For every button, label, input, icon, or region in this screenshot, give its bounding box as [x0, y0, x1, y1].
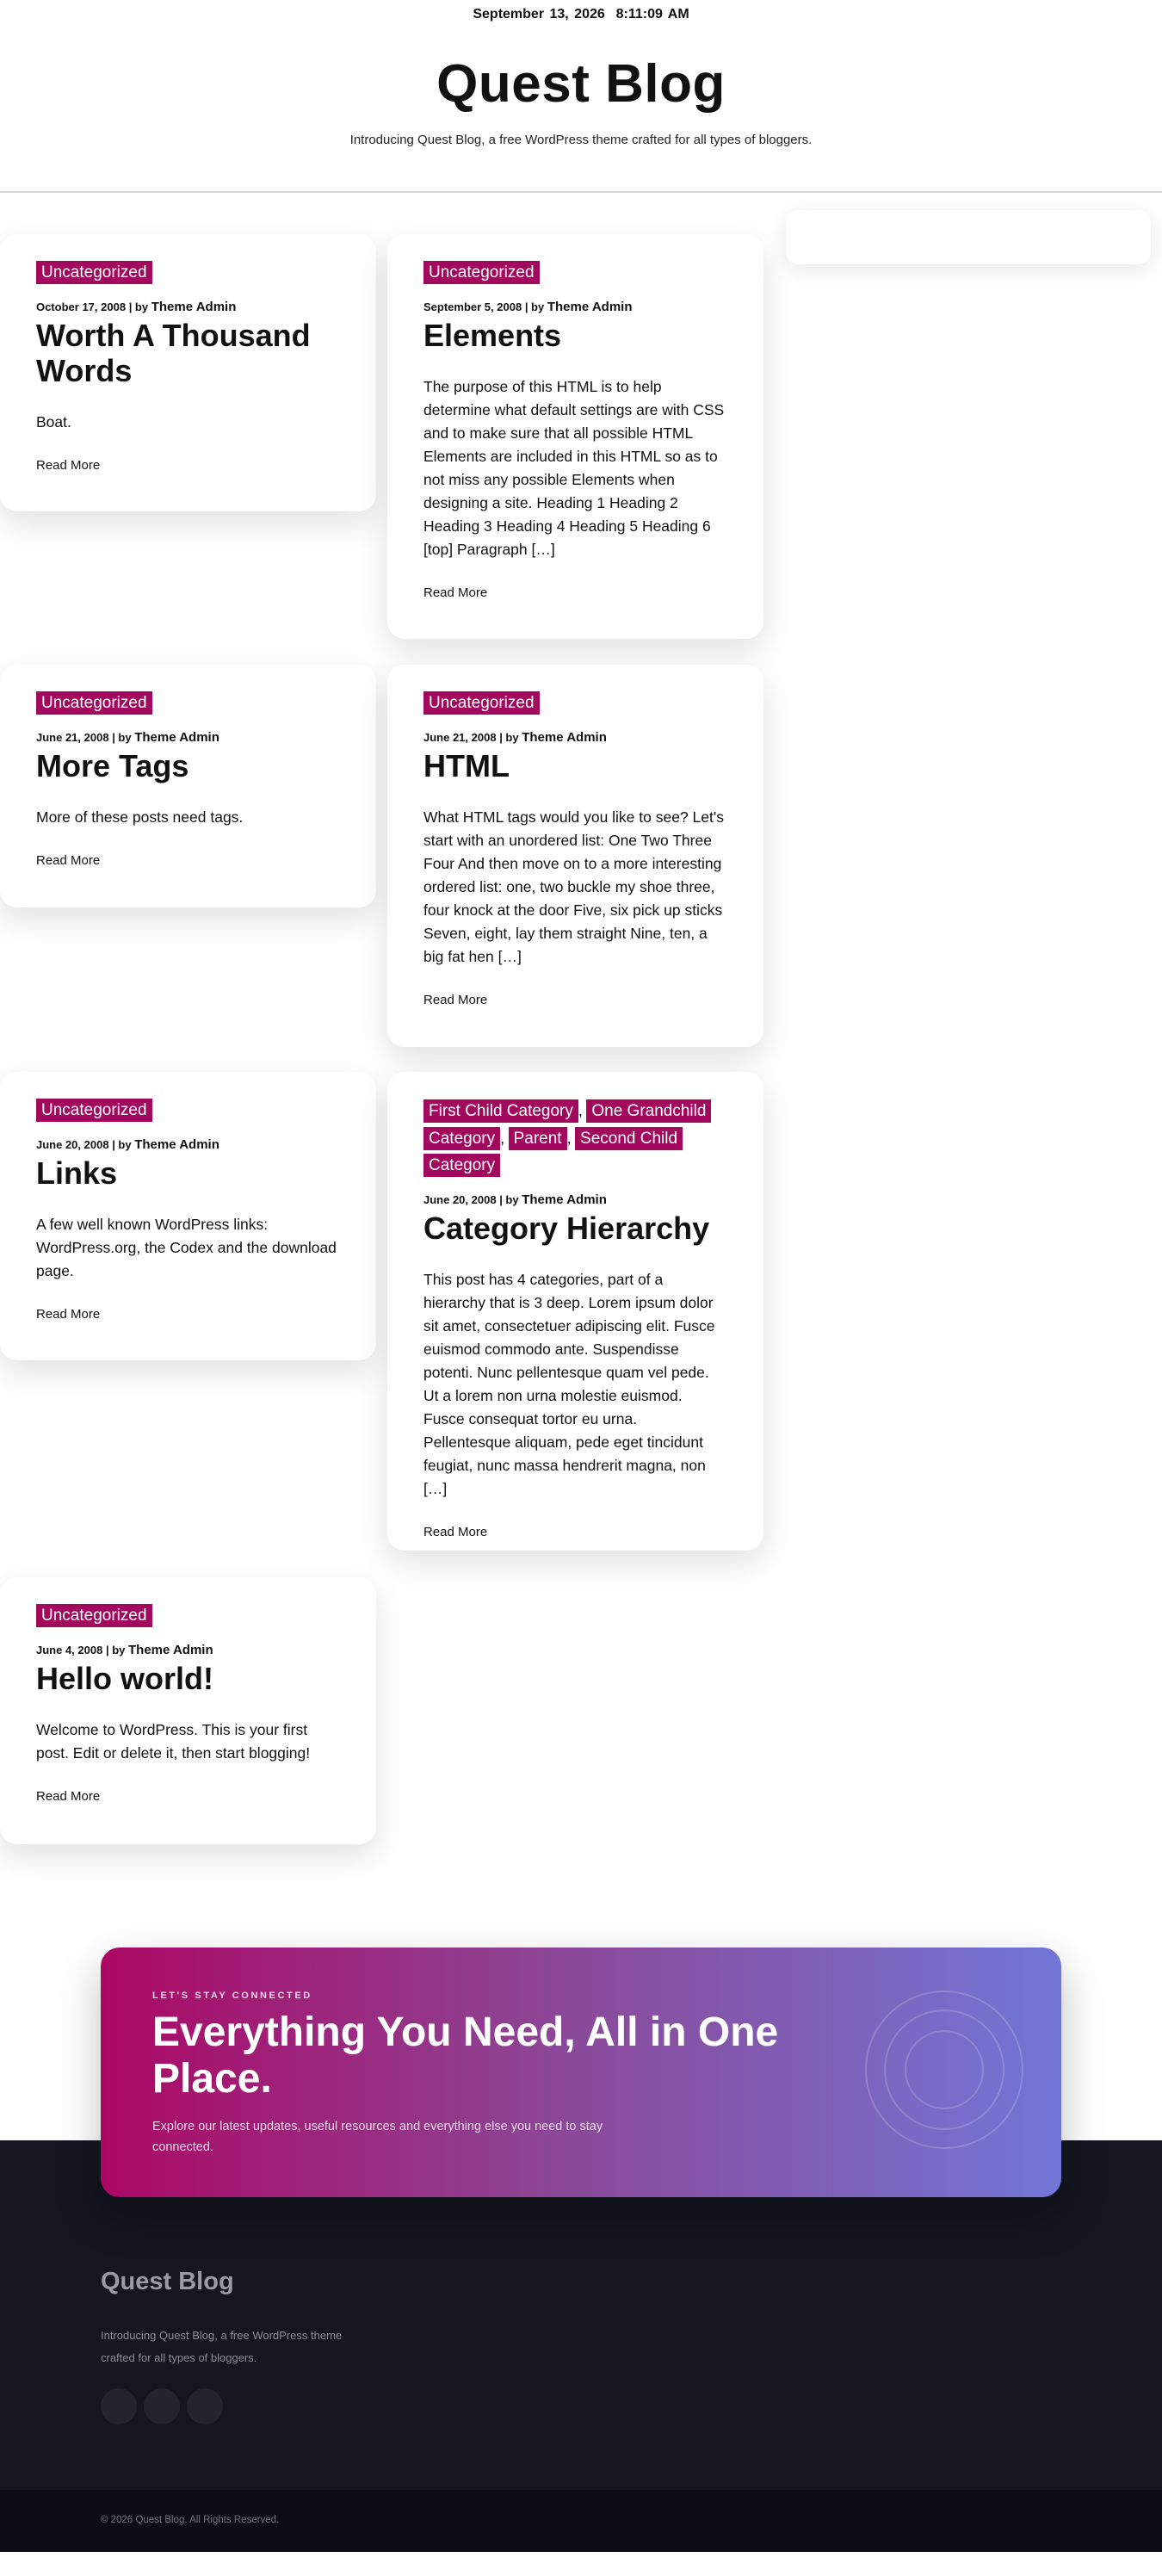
category-badge[interactable]: Uncategorized	[36, 1099, 152, 1122]
post-meta: June 20, 2008 | by Theme Admin	[36, 1137, 340, 1152]
post-excerpt: What HTML tags would you like to see? Le…	[423, 808, 724, 965]
post-by: | by	[524, 300, 545, 313]
read-more-link[interactable]: Read More	[423, 585, 727, 600]
post-meta: June 4, 2008 | by Theme Admin	[36, 1643, 340, 1657]
category-separator: ,	[578, 1102, 583, 1119]
post-meta: June 21, 2008 | by Theme Admin	[36, 730, 340, 745]
post-card: First Child Category, One Grandchild Cat…	[387, 1072, 763, 1551]
post-excerpt: The purpose of this HTML is to help dete…	[423, 378, 725, 558]
category-badge[interactable]: Uncategorized	[423, 691, 540, 715]
read-more-link[interactable]: Read More	[36, 1789, 340, 1804]
post-meta: June 20, 2008 | by Theme Admin	[423, 1192, 727, 1207]
post-meta: June 21, 2008 | by Theme Admin	[423, 730, 727, 745]
social-icon[interactable]	[187, 2388, 223, 2424]
newsletter-eyebrow: LET'S STAY CONNECTED	[152, 1991, 312, 2001]
category-badge[interactable]: Uncategorized	[423, 261, 540, 284]
post-card: Uncategorized September 5, 2008 | by The…	[387, 234, 763, 639]
post-by: | by	[112, 1138, 132, 1151]
post-card: Uncategorized June 4, 2008 | by Theme Ad…	[0, 1577, 376, 1844]
post-excerpt: This post has 4 categories, part of a hi…	[423, 1271, 715, 1497]
read-more-link[interactable]: Read More	[423, 993, 727, 1007]
category-badge[interactable]: Uncategorized	[36, 1604, 152, 1627]
category-separator: ,	[500, 1130, 505, 1147]
post-categories: Uncategorized	[423, 690, 727, 717]
post-title[interactable]: More Tags	[36, 748, 340, 783]
post-categories: First Child Category, One Grandchild Cat…	[423, 1098, 727, 1180]
post-date[interactable]: September 5, 2008	[423, 300, 522, 313]
post-categories: Uncategorized	[36, 260, 340, 287]
post-title[interactable]: Links	[36, 1155, 340, 1191]
post-date[interactable]: June 21, 2008	[423, 731, 497, 744]
footer-site-title[interactable]: Quest Blog	[101, 2268, 234, 2296]
post-date[interactable]: June 4, 2008	[36, 1644, 102, 1656]
copyright-text: © 2026 Quest Blog. All Rights Reserved.	[101, 2515, 280, 2525]
site-title[interactable]: Quest Blog	[0, 53, 1162, 115]
newsletter-title: Everything You Need, All in One Place.	[152, 2009, 779, 2102]
post-date[interactable]: June 20, 2008	[423, 1193, 497, 1206]
post-author[interactable]: Theme Admin	[522, 1192, 607, 1207]
newsletter-description: Explore our latest updates, useful resou…	[152, 2120, 603, 2154]
post-card: Uncategorized June 21, 2008 | by Theme A…	[387, 665, 763, 1047]
post-author[interactable]: Theme Admin	[134, 1137, 219, 1152]
newsletter-banner: LET'S STAY CONNECTED Everything You Need…	[101, 1947, 1061, 2197]
post-author[interactable]: Theme Admin	[522, 730, 607, 745]
header-date: September 13, 2026	[473, 7, 605, 22]
post-excerpt: Welcome to WordPress. This is your first…	[36, 1721, 311, 1762]
post-title[interactable]: Elements	[423, 318, 727, 353]
post-card: Uncategorized June 20, 2008 | by Theme A…	[0, 1072, 376, 1360]
post-categories: Uncategorized	[423, 260, 727, 287]
post-author[interactable]: Theme Admin	[134, 730, 219, 745]
post-title[interactable]: Hello world!	[36, 1661, 340, 1696]
post-title[interactable]: Worth A Thousand Words	[36, 318, 340, 388]
post-categories: Uncategorized	[36, 1098, 340, 1124]
post-by: | by	[499, 731, 519, 744]
header-datetime: September 13, 2026 8:11:09 AM	[0, 7, 1162, 22]
post-date[interactable]: June 21, 2008	[36, 731, 109, 744]
category-badge[interactable]: Uncategorized	[36, 261, 152, 284]
sidebar-widget	[786, 210, 1151, 264]
post-meta: September 5, 2008 | by Theme Admin	[423, 300, 727, 314]
site-tagline: Introducing Quest Blog, a free WordPress…	[349, 133, 813, 147]
post-by: | by	[128, 300, 149, 313]
post-meta: October 17, 2008 | by Theme Admin	[36, 300, 340, 314]
read-more-link[interactable]: Read More	[36, 458, 340, 473]
post-author[interactable]: Theme Admin	[151, 300, 237, 314]
header-divider	[0, 191, 1162, 193]
post-excerpt: A few well known WordPress links: WordPr…	[36, 1216, 337, 1279]
post-author[interactable]: Theme Admin	[128, 1643, 213, 1657]
post-by: | by	[499, 1193, 519, 1206]
social-icon[interactable]	[101, 2388, 137, 2424]
post-author[interactable]: Theme Admin	[547, 300, 633, 314]
post-by: | by	[112, 731, 132, 744]
post-excerpt: More of these posts need tags.	[36, 808, 244, 826]
footer-description: Introducing Quest Blog, a free WordPress…	[101, 2329, 343, 2364]
social-icon[interactable]	[144, 2388, 180, 2424]
post-date[interactable]: June 20, 2008	[36, 1138, 109, 1151]
category-badge[interactable]: Parent	[508, 1127, 567, 1150]
post-by: | by	[105, 1644, 126, 1656]
rings-decoration-icon	[865, 1991, 1023, 2149]
read-more-link[interactable]: Read More	[36, 853, 340, 868]
post-date[interactable]: October 17, 2008	[36, 300, 126, 313]
category-separator: ,	[566, 1130, 572, 1147]
post-title[interactable]: HTML	[423, 748, 727, 783]
post-excerpt: Boat.	[36, 413, 71, 430]
post-card: Uncategorized June 21, 2008 | by Theme A…	[0, 665, 376, 907]
post-categories: Uncategorized	[36, 1603, 340, 1630]
read-more-link[interactable]: Read More	[423, 1525, 727, 1539]
post-card: Uncategorized October 17, 2008 | by Them…	[0, 234, 376, 511]
header-time: 8:11:09 AM	[615, 7, 689, 22]
category-badge[interactable]: First Child Category	[423, 1099, 578, 1123]
read-more-link[interactable]: Read More	[36, 1307, 340, 1322]
post-categories: Uncategorized	[36, 690, 340, 717]
post-title[interactable]: Category Hierarchy	[423, 1211, 727, 1246]
category-badge[interactable]: Uncategorized	[36, 691, 152, 715]
